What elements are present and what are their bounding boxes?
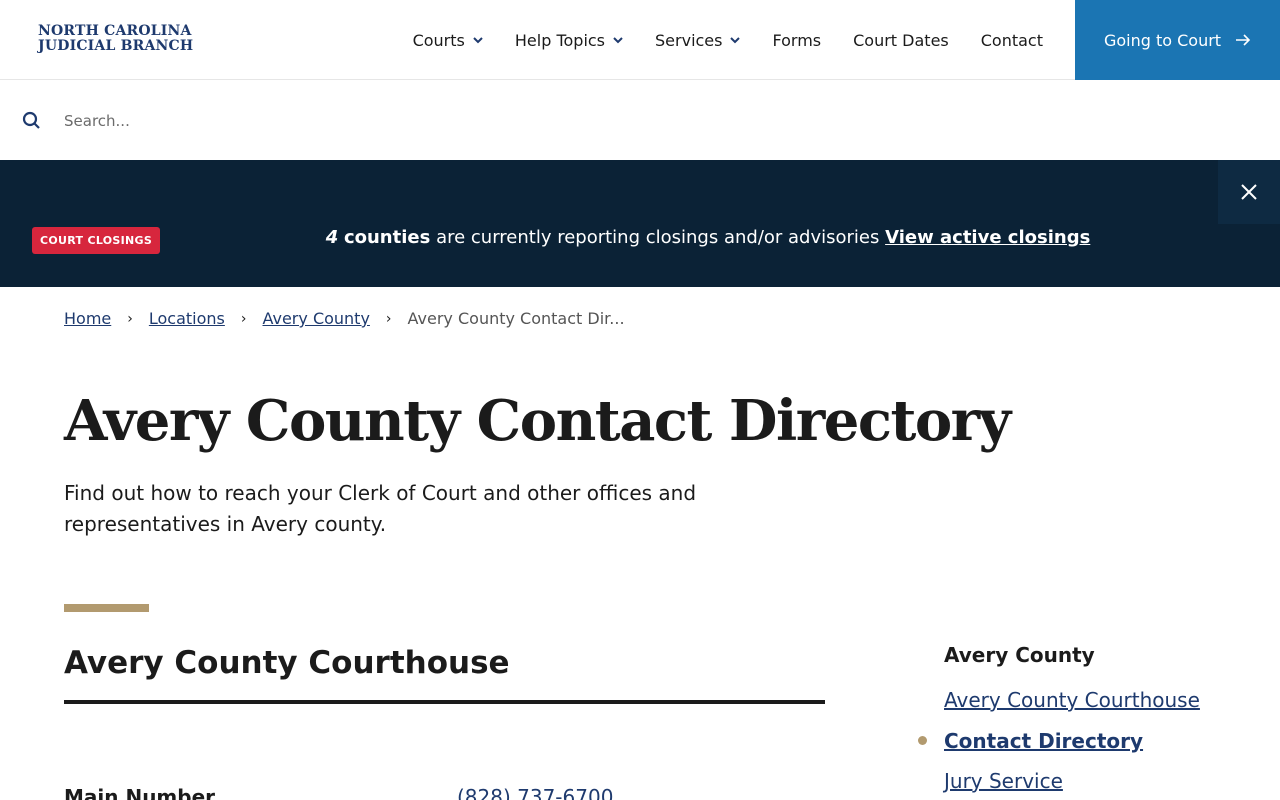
section-divider (64, 700, 825, 704)
breadcrumb-current: Avery County Contact Dir... (407, 309, 625, 328)
nav-help-topics-label: Help Topics (514, 30, 606, 50)
arrow-right-icon (1236, 34, 1251, 46)
alert-message-text: are currently reporting closings and/or … (436, 227, 880, 248)
court-closings-banner: COURT CLOSINGS 4 counties are currently … (0, 160, 1280, 287)
close-icon (1241, 184, 1257, 200)
main-number-link[interactable]: (828) 737-6700 (457, 785, 613, 800)
chevron-right-icon: › (127, 310, 133, 327)
breadcrumb-home[interactable]: Home (64, 309, 111, 328)
nav-contact-label: Contact (980, 30, 1043, 50)
nav-courts-label: Courts (412, 30, 465, 50)
side-nav-courthouse[interactable]: Avery County Courthouse (944, 688, 1200, 712)
alert-count: 4 (325, 227, 339, 248)
nav-forms-label: Forms (772, 30, 822, 50)
nav-help-topics[interactable]: Help Topics (515, 31, 623, 50)
page-intro: Find out how to reach your Clerk of Cour… (64, 481, 697, 536)
alert-counties: counties (343, 227, 431, 248)
going-to-court-button[interactable]: Going to Court (1075, 0, 1280, 80)
chevron-right-icon: › (385, 310, 392, 327)
close-banner-button[interactable] (1218, 160, 1280, 224)
search-icon[interactable] (22, 111, 42, 131)
search-bar (0, 81, 1280, 160)
logo-line-2: JUDICIAL BRANCH (38, 38, 194, 54)
site-header: NORTH CAROLINA JUDICIAL BRANCH Courts He… (0, 0, 1280, 80)
chevron-down-icon (613, 37, 623, 44)
logo-line-1: NORTH CAROLINA (38, 23, 192, 39)
chevron-right-icon: › (240, 310, 247, 327)
section-title: Avery County Courthouse (64, 645, 510, 681)
main-nav: Courts Help Topics Services Forms Court … (381, 0, 1043, 80)
page-title: Avery County Contact Directory (64, 388, 1011, 454)
nav-court-dates-label: Court Dates (853, 30, 949, 50)
nav-court-dates[interactable]: Court Dates (853, 31, 949, 50)
nav-courts[interactable]: Courts (413, 31, 483, 50)
active-indicator-dot (918, 736, 927, 745)
breadcrumb-county[interactable]: Avery County (262, 309, 369, 328)
side-nav-jury-service[interactable]: Jury Service (944, 769, 1063, 793)
alert-message: 4 counties are currently reporting closi… (0, 227, 1280, 248)
side-nav-contact-directory[interactable]: Contact Directory (944, 729, 1143, 753)
chevron-down-icon (730, 37, 741, 44)
breadcrumb: Home › Locations › Avery County › Avery … (64, 309, 625, 328)
going-to-court-label: Going to Court (1103, 30, 1222, 50)
accent-bar (64, 604, 149, 612)
nav-forms[interactable]: Forms (772, 31, 821, 50)
search-input[interactable] (64, 109, 664, 133)
breadcrumb-locations[interactable]: Locations (149, 309, 225, 328)
site-logo[interactable]: NORTH CAROLINA JUDICIAL BRANCH (38, 24, 193, 54)
side-nav-heading: Avery County (944, 643, 1095, 667)
nav-services-label: Services (655, 30, 723, 50)
main-number-label: Main Number (64, 785, 216, 800)
nav-services[interactable]: Services (655, 30, 741, 50)
view-active-closings-link[interactable]: View active closings (885, 227, 1090, 248)
chevron-down-icon (473, 37, 483, 44)
nav-contact[interactable]: Contact (981, 31, 1043, 50)
